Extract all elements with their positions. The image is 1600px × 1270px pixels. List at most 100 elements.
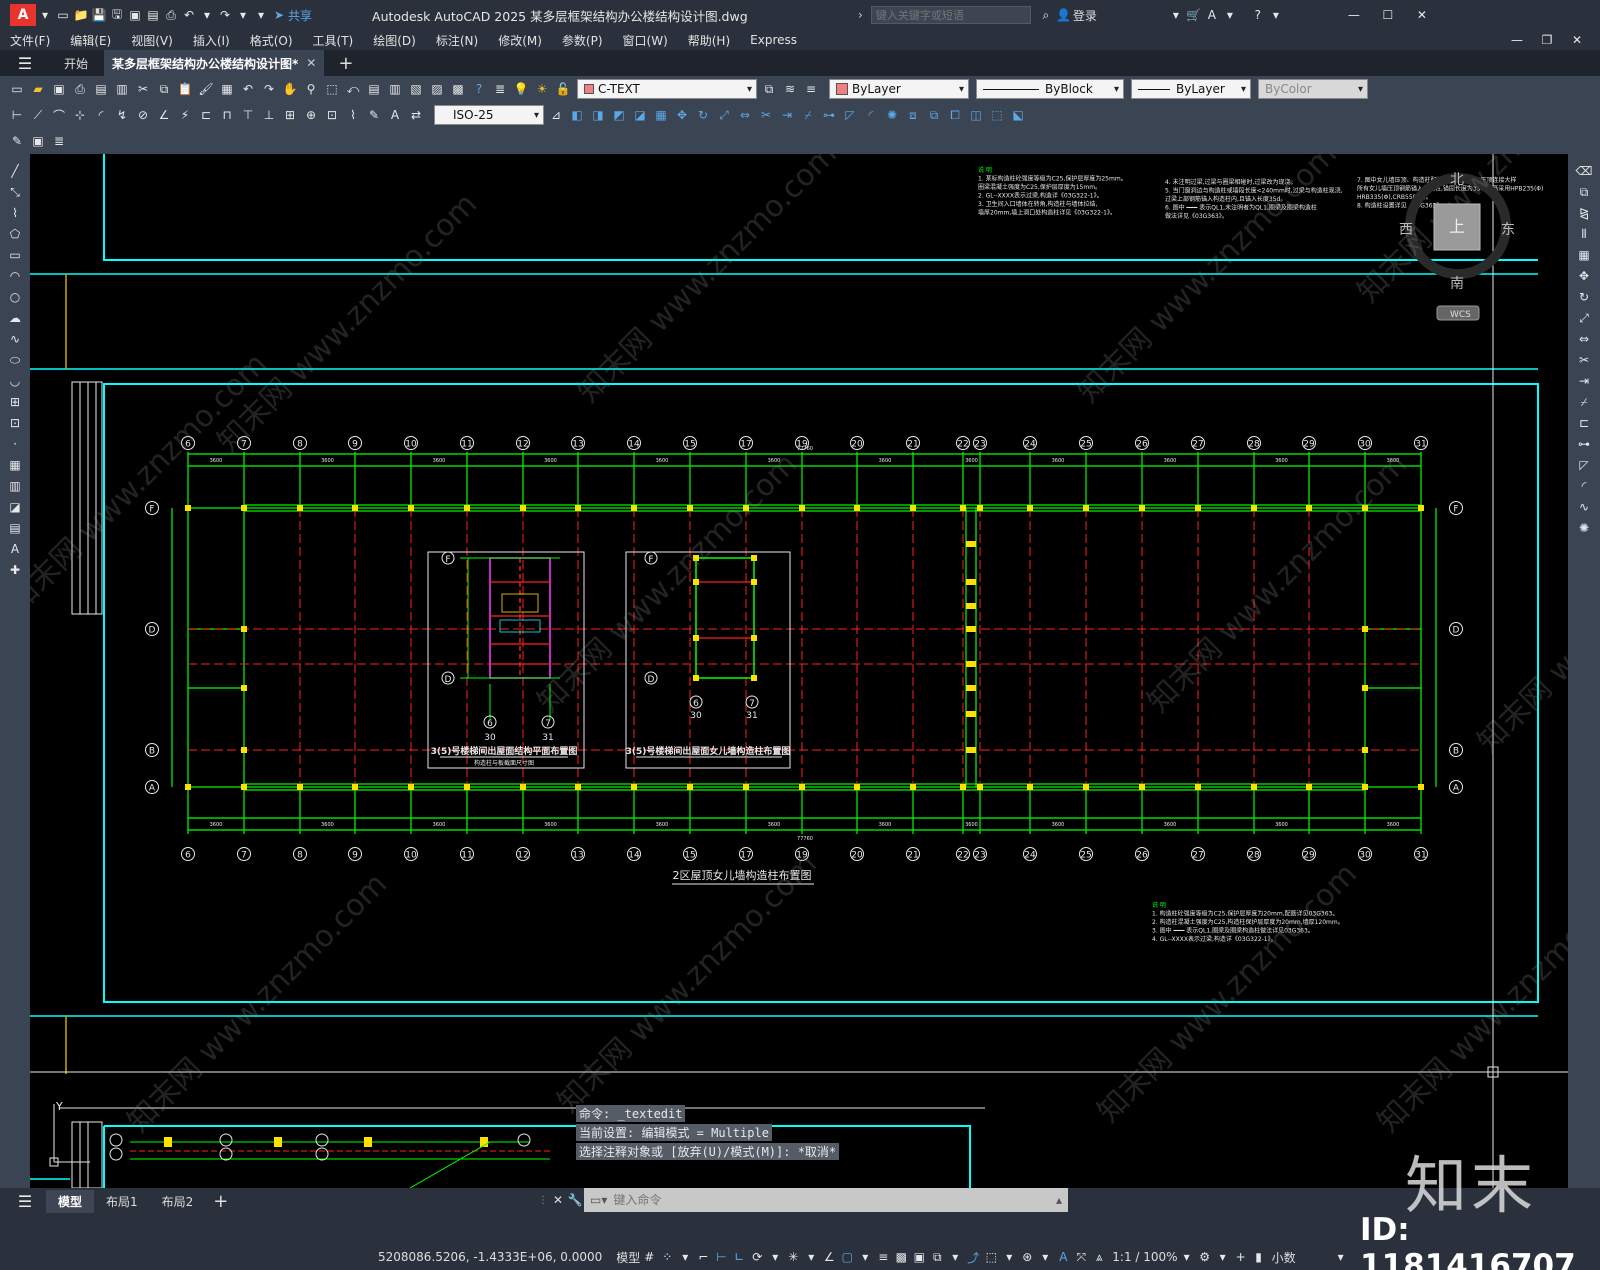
blend-r-icon[interactable]: ∿ [1575,498,1593,516]
hatch-icon[interactable]: ▦ [6,456,24,474]
qdim-icon[interactable]: ⚡ [176,106,194,124]
polyline-icon[interactable]: ⌇ [6,204,24,222]
region-icon[interactable]: ◪ [6,498,24,516]
layer-states-icon[interactable]: ≡ [802,80,820,98]
erase-icon[interactable]: ◧ [568,106,586,124]
dim-angular-icon[interactable]: ∠ [155,106,173,124]
publish-icon[interactable]: ▥ [113,80,131,98]
transparency-icon[interactable]: ▩ [892,1248,910,1266]
open-file-icon[interactable]: 📁 [72,6,90,24]
ungroup-icon[interactable]: ⬕ [1009,106,1027,124]
dim-radius-icon[interactable]: ◜ [92,106,110,124]
tab-layout2[interactable]: 布局2 [150,1190,206,1213]
cut-icon[interactable]: ✂ [134,80,152,98]
layer-properties-icon[interactable]: ≣ [491,80,509,98]
cmd-customize-icon[interactable]: 🔧 [566,1188,584,1212]
polar-icon[interactable]: ⟳ [748,1248,766,1266]
explode-icon[interactable]: ✺ [883,106,901,124]
menu-parametric[interactable]: 参数(P) [552,32,613,49]
units-icon[interactable]: ▮ [1250,1248,1268,1266]
doc-close-icon[interactable]: ✕ [1568,31,1586,49]
a360-dropdown-icon[interactable]: ▾ [1221,6,1239,24]
print-icon[interactable]: ⎙ [162,6,180,24]
share-icon[interactable]: ➤ [270,6,288,24]
color-dropdown[interactable]: ByLayer [829,79,969,99]
tab-start[interactable]: 开始 [54,55,98,72]
menu-dimension[interactable]: 标注(N) [426,32,488,49]
gizmo-dropdown-icon[interactable]: ▾ [1036,1248,1054,1266]
cmd-prompt-icon[interactable]: ▭▾ [590,1193,607,1207]
save-icon[interactable]: 💾 [90,6,108,24]
scale-icon[interactable]: ⤢ [715,106,733,124]
sheetset-icon[interactable]: ▨ [428,80,446,98]
gizmo-icon[interactable]: ⊛ [1018,1248,1036,1266]
dynucs-icon[interactable]: ⤴ [964,1248,982,1266]
cmd-grip-icon[interactable]: ⋮ [536,1188,550,1212]
isodraft-dropdown-icon[interactable]: ▾ [802,1248,820,1266]
maximize-icon[interactable]: ☐ [1379,6,1397,24]
new-file-icon[interactable]: ▭ [54,6,72,24]
workspace-dropdown-icon[interactable]: ▾ [1214,1248,1232,1266]
preview-icon[interactable]: ▤ [92,80,110,98]
make-block-icon[interactable]: ⊡ [6,414,24,432]
layer-walk-icon[interactable]: ≣ [50,132,68,150]
redo-tb-icon[interactable]: ↷ [260,80,278,98]
text-front-icon[interactable]: ◫ [967,106,985,124]
zoom-previous-icon[interactable]: ⤺ [344,80,362,98]
group-icon[interactable]: ⬚ [988,106,1006,124]
menu-modify[interactable]: 修改(M) [488,32,552,49]
send-back-icon[interactable]: ⧠ [946,106,964,124]
dim-break-icon[interactable]: ⊥ [260,106,278,124]
point-icon[interactable]: · [6,435,24,453]
qnew-icon[interactable]: ▭ [8,80,26,98]
layer-dropdown[interactable]: C-TEXT [577,79,757,99]
menu-window[interactable]: 窗口(W) [613,32,678,49]
menu-help[interactable]: 帮助(H) [678,32,740,49]
model-space-button[interactable]: 模型 [616,1249,640,1266]
cmd-history-toggle-icon[interactable]: ▴ [1056,1193,1062,1207]
command-input[interactable] [613,1190,1056,1210]
autocad-logo-icon[interactable]: A [10,4,36,26]
help-icon[interactable]: ? [1249,6,1267,24]
tab-layout1[interactable]: 布局1 [94,1190,150,1213]
array-r-icon[interactable]: ▦ [1575,246,1593,264]
menu-tools[interactable]: 工具(T) [303,32,364,49]
undo-icon[interactable]: ↶ [180,6,198,24]
infer-icon[interactable]: ⌐ [694,1248,712,1266]
annotation-monitor-icon[interactable]: + [1232,1248,1250,1266]
dim-baseline-icon[interactable]: ⊏ [197,106,215,124]
rectangle-icon[interactable]: ▭ [6,246,24,264]
close-icon[interactable]: ✕ [1413,6,1431,24]
join-icon[interactable]: ⊶ [820,106,838,124]
scale-dropdown-icon[interactable]: ▾ [1178,1248,1196,1266]
tolerance-icon[interactable]: ⊞ [281,106,299,124]
3dosnap-icon[interactable]: ⧉ [928,1248,946,1266]
break-icon[interactable]: ⌿ [799,106,817,124]
annotation-scale-value[interactable]: 1:1 / 100% [1112,1250,1177,1264]
move-r-icon[interactable]: ✥ [1575,267,1593,285]
drawing-canvas[interactable]: Y 6 6 7 7 8 8 9 9 10 10 11 11 12 12 13 13 14 14 15 15 17 17 19… [30,154,1568,1188]
polar-dropdown-icon[interactable]: ▾ [766,1248,784,1266]
open-icon[interactable]: ▰ [29,80,47,98]
annotation-scale-icon[interactable]: ⩓ [1090,1248,1108,1266]
redo-dropdown-icon[interactable]: ▾ [234,6,252,24]
menu-file[interactable]: 文件(F) [0,32,60,49]
units-value[interactable]: 小数 [1272,1249,1332,1266]
arc-icon[interactable]: ◠ [6,267,24,285]
new-tab-icon[interactable]: + [338,53,353,74]
explode-r-icon[interactable]: ✺ [1575,519,1593,537]
annotation-visibility-icon[interactable]: A [1054,1248,1072,1266]
menu-edit[interactable]: 编辑(E) [60,32,121,49]
dim-update-icon[interactable]: ⇄ [407,106,425,124]
selection-filter-dropdown-icon[interactable]: ▾ [1000,1248,1018,1266]
trim-icon[interactable]: ✂ [757,106,775,124]
otrack-icon[interactable]: ∠ [820,1248,838,1266]
3dosnap-dropdown-icon[interactable]: ▾ [946,1248,964,1266]
erase-r-icon[interactable]: ⌫ [1575,162,1593,180]
search-icon[interactable]: ⌕ [1037,6,1055,24]
dim-ordinate-icon[interactable]: ⊹ [71,106,89,124]
properties-icon[interactable]: ▤ [365,80,383,98]
stretch-icon[interactable]: ⇔ [736,106,754,124]
rotate-r-icon[interactable]: ↻ [1575,288,1593,306]
insert-icon[interactable]: ⊞ [6,393,24,411]
